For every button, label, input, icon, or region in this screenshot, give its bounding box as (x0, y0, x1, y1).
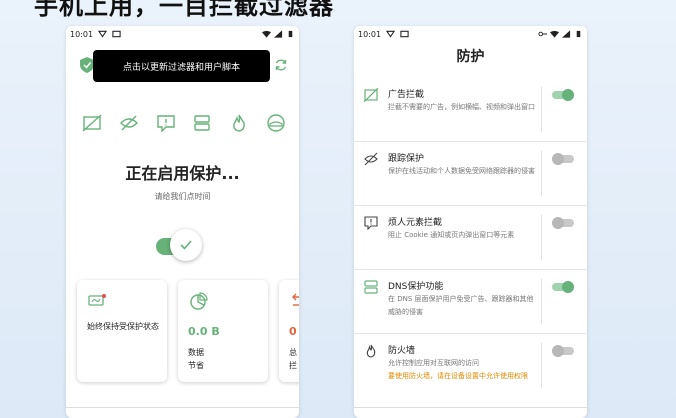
firewall-switch[interactable] (552, 345, 574, 357)
card-total-blocked[interactable]: 0 总 拦 (279, 280, 299, 382)
row-description: 阻止 Cookie 通知或页内弹出窗口等元素 (388, 231, 515, 239)
row-description: 保护在线活动和个人数据免受网络跟踪器的侵害 (388, 167, 535, 175)
row-dns-protection[interactable]: DNS保护功能 在 DNS 层面保护用户免受广告、跟踪器和其他威胁的侵害 (354, 270, 587, 334)
vpn-icon[interactable] (266, 114, 286, 132)
switch-knob (552, 153, 564, 165)
feature-icon-row (82, 114, 286, 132)
update-tooltip: 点击以更新过滤器和用户脚本 (93, 50, 270, 82)
row-title: 防火墙 (388, 346, 416, 356)
annoyance-switch[interactable] (552, 217, 574, 229)
firewall-icon[interactable] (229, 114, 249, 132)
annoyance-icon (364, 216, 378, 230)
row-description: 拦截不需要的广告，例如横幅、视频和弹出窗口 (388, 103, 535, 111)
status-bar: 10:01 (354, 26, 587, 42)
total-blocked-value: 0 (289, 325, 297, 338)
phone-home-screen: 10:01 点击以更新过滤器和用户脚本 正在启用保护... 请给我们点时间 始终… (66, 26, 299, 418)
protection-status-title: 正在启用保护... (125, 164, 240, 183)
ad-block-icon[interactable] (82, 114, 102, 132)
battery-icon (288, 30, 293, 38)
divider (541, 87, 542, 132)
bottom-navigation (66, 407, 299, 418)
row-firewall[interactable]: 防火墙 允许控制应用对互联网的访问 要使用防火墙，请在设备设置中允许使用权限 (354, 334, 587, 397)
divider (541, 215, 542, 260)
firewall-description: 允许控制应用对互联网的访问 (388, 359, 479, 367)
dns-switch[interactable] (552, 281, 574, 293)
ad-block-icon (364, 88, 378, 102)
card-label-line1: 数据 (188, 348, 204, 357)
unlimited-icon (88, 294, 106, 306)
notification-icon (112, 30, 121, 38)
tracking-icon[interactable] (119, 114, 139, 132)
status-bar: 10:01 (66, 26, 299, 42)
card-label-line2: 节省 (188, 361, 204, 370)
vpn-status-icon (386, 30, 396, 38)
protection-status-subtitle: 请给我们点时间 (154, 192, 211, 201)
page-title: 防护 (456, 49, 485, 65)
divider (541, 279, 542, 324)
row-ad-blocking[interactable]: 广告拦截 拦截不需要的广告，例如横幅、视频和弹出窗口 (354, 78, 587, 142)
tracking-icon (364, 152, 378, 166)
check-icon (180, 240, 192, 250)
row-tracking-protection[interactable]: 跟踪保护 保护在线活动和个人数据免受网络跟踪器的侵害 (354, 142, 587, 206)
dns-icon (364, 280, 378, 294)
row-title: DNS保护功能 (388, 282, 444, 292)
row-title: 跟踪保护 (388, 154, 425, 164)
firewall-warning[interactable]: 要使用防火墙，请在设备设置中允许使用权限 (388, 372, 528, 380)
shield-icon (80, 57, 94, 73)
switch-knob (562, 89, 574, 101)
protection-main-toggle[interactable] (156, 229, 206, 261)
card-label-line1: 总 (289, 348, 297, 357)
row-description: 在 DNS 层面保护用户免受广告、跟踪器和其他威胁的侵害 (388, 295, 534, 316)
battery-icon (576, 30, 581, 38)
switch-knob (562, 281, 574, 293)
divider (541, 343, 542, 388)
toggle-knob[interactable] (170, 229, 202, 261)
signal-icon (562, 30, 571, 38)
vpn-status-icon (98, 30, 108, 38)
dns-icon[interactable] (192, 114, 212, 132)
switch-knob (552, 217, 564, 229)
card-label-line2: 拦 (289, 361, 297, 370)
wifi-icon (262, 30, 271, 38)
banner-heading: 手机上用，一目拦截过滤器 (34, 0, 334, 20)
protection-list: 广告拦截 拦截不需要的广告，例如横幅、视频和弹出窗口 跟踪保护 保护在线活动和个… (354, 78, 587, 397)
refresh-icon[interactable] (274, 58, 288, 72)
row-annoyance-blocking[interactable]: 烦人元素拦截 阻止 Cookie 通知或页内弹出窗口等元素 (354, 206, 587, 270)
status-time: 10:01 (358, 29, 382, 39)
card-data-saved[interactable]: 0.0 B 数据 节省 (178, 280, 268, 382)
card-label: 始终保持受保护状态 (87, 322, 159, 331)
divider (541, 151, 542, 196)
key-icon (538, 31, 547, 37)
wifi-icon (550, 30, 559, 38)
row-description: 允许控制应用对互联网的访问 要使用防火墙，请在设备设置中允许使用权限 (388, 357, 538, 383)
notification-icon (400, 30, 409, 38)
switch-knob (552, 345, 564, 357)
status-time: 10:01 (70, 29, 94, 39)
data-saved-value: 0.0 B (188, 325, 220, 338)
annoyance-icon[interactable] (156, 114, 176, 132)
pie-chart-icon (190, 292, 208, 310)
row-title: 烦人元素拦截 (388, 218, 443, 228)
firewall-icon (366, 344, 376, 358)
phone-protection-screen: 10:01 防护 广告拦截 拦截不需要的广告，例如横幅、视频和弹出窗口 跟踪保护… (354, 26, 587, 418)
blocked-arrow-icon (292, 293, 299, 306)
ad-blocking-switch[interactable] (552, 89, 574, 101)
row-title: 广告拦截 (388, 90, 425, 100)
bottom-navigation (354, 407, 587, 418)
signal-icon (274, 30, 283, 38)
card-always-protected[interactable]: 始终保持受保护状态 (77, 280, 167, 382)
tracking-switch[interactable] (552, 153, 574, 165)
